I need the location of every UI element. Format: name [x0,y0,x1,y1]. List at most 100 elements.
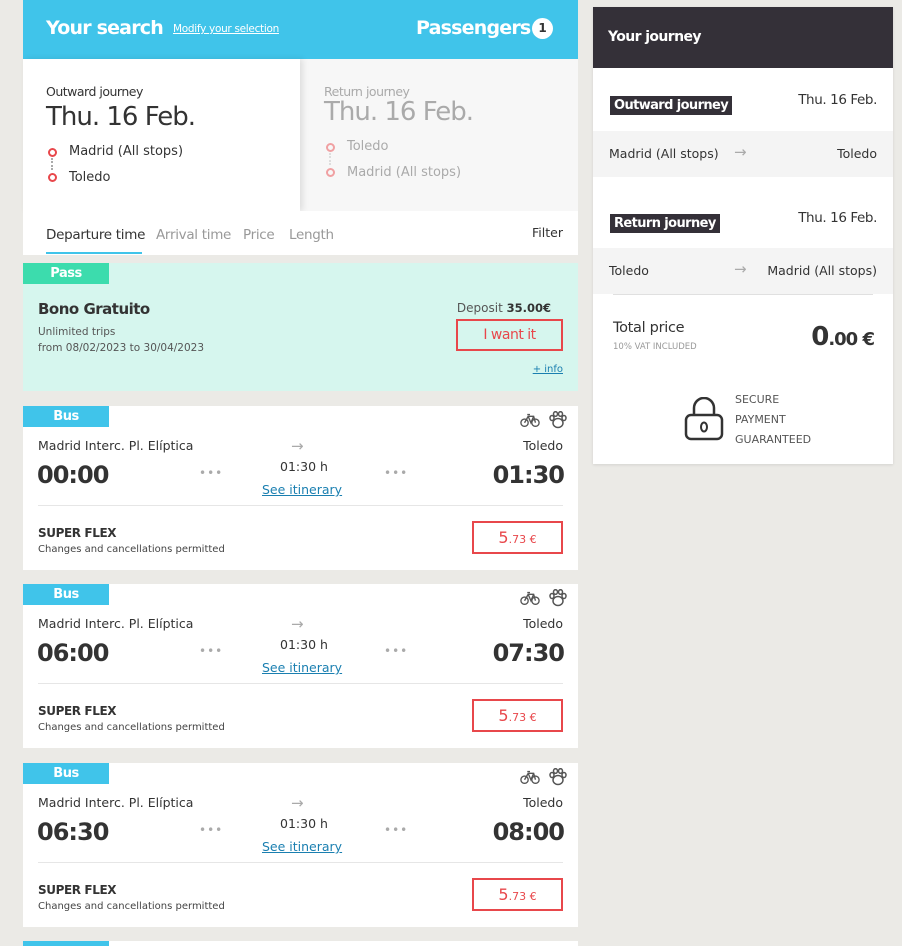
price-integer: 5 [498,885,509,904]
dots-icon: ••• [384,466,409,480]
fare-name: SUPER FLEX [38,526,117,540]
see-itinerary-link[interactable]: See itinerary [262,482,342,497]
divider [38,505,563,506]
fare-name: SUPER FLEX [38,704,117,718]
pass-description: Unlimited trips [38,326,116,338]
arrow-right-icon: → [291,615,304,633]
trip-origin: Madrid Interc. Pl. Elíptica [38,616,194,631]
search-title: Your search [46,17,164,39]
trip-card: Bus Madrid Interc. Pl. Elíptica → Toledo… [23,763,578,927]
dots-icon: ••• [384,644,409,658]
tab-departure-time[interactable]: Departure time [46,227,145,243]
summary-outward-tag: Outward journey [610,96,733,115]
summary-outward-date: Thu. 16 Feb. [798,92,877,108]
bicycle-icon [520,591,540,606]
dots-icon: ••• [199,466,224,480]
destination-dot-icon [48,173,57,182]
lock-icon [684,397,724,441]
departure-time: 06:30 [37,818,109,846]
total-price-value: 0.00 € [811,322,875,352]
arrow-right-icon: → [734,260,747,278]
return-origin: Toledo [347,139,389,154]
route-line-icon [51,158,53,170]
passengers-label: Passengers [416,17,531,39]
fare-name: SUPER FLEX [38,883,117,897]
tab-arrival-time[interactable]: Arrival time [156,227,231,243]
fare-conditions: Changes and cancellations permitted [38,722,225,733]
outward-journey-label: Outward journey [46,84,143,99]
divider [38,683,563,684]
dots-icon: ••• [199,644,224,658]
summary-title: Your journey [593,7,893,68]
trip-card: Bus Madrid Interc. Pl. Elíptica → Toledo… [23,406,578,570]
trip-duration: 01:30 h [280,816,328,831]
sort-tabs: Departure time Arrival time Price Length… [23,211,578,255]
departure-time: 00:00 [37,461,109,489]
pass-badge: Pass [23,263,109,284]
trip-amenities [520,589,568,607]
trip-destination: Toledo [523,616,563,631]
tab-length[interactable]: Length [289,227,334,243]
fare-conditions: Changes and cancellations permitted [38,544,225,555]
trip-amenities [520,411,568,429]
active-tab-indicator [46,252,142,254]
pass-offer-card: Pass Bono Gratuito Unlimited trips from … [23,263,578,391]
tab-price[interactable]: Price [243,227,275,243]
select-price-button[interactable]: 5.73 € [472,878,563,911]
see-itinerary-link[interactable]: See itinerary [262,660,342,675]
destination-dot-icon [326,168,335,177]
bus-badge: Bus [23,406,109,427]
outward-origin: Madrid (All stops) [69,144,184,159]
outward-journey-panel[interactable]: Outward journey Thu. 16 Feb. Madrid (All… [23,59,300,211]
select-price-button[interactable]: 5.73 € [472,699,563,732]
summary-outward-destination: Toledo [837,146,877,161]
modify-selection-link[interactable]: Modify your selection [173,23,279,35]
trip-destination: Toledo [523,438,563,453]
dots-icon: ••• [199,823,224,837]
fare-conditions: Changes and cancellations permitted [38,901,225,912]
trip-destination: Toledo [523,795,563,810]
trip-origin: Madrid Interc. Pl. Elíptica [38,795,194,810]
vat-note: 10% VAT INCLUDED [613,342,697,352]
secure-payment-note: SECURE PAYMENT GUARANTEED [735,390,811,450]
pass-validity: from 08/02/2023 to 30/04/2023 [38,342,205,354]
price-integer: 5 [498,528,509,547]
see-itinerary-link[interactable]: See itinerary [262,839,342,854]
filter-button[interactable]: Filter [532,225,563,240]
bicycle-icon [520,413,540,428]
return-destination: Madrid (All stops) [347,165,462,180]
select-price-button[interactable]: 5.73 € [472,521,563,554]
summary-outward-route: Madrid (All stops) → Toledo [593,131,893,177]
outward-journey-date: Thu. 16 Feb. [46,102,196,132]
arrival-time: 01:30 [492,461,565,489]
divider [38,862,563,863]
arrow-right-icon: → [291,794,304,812]
secure-line-1: SECURE [735,393,780,406]
i-want-it-button[interactable]: I want it [456,319,563,351]
price-decimal: .73 € [508,533,537,546]
summary-return-tag: Return journey [610,214,720,233]
route-line-icon [329,153,331,165]
summary-return-route: Toledo → Madrid (All stops) [593,248,893,294]
paw-icon [549,768,567,786]
summary-outward-origin: Madrid (All stops) [609,146,719,161]
passengers-count-badge: 1 [532,18,553,39]
pass-deposit: Deposit 35.00€ [457,301,551,315]
bus-badge [23,941,109,946]
total-price-label: Total price [613,320,685,336]
bicycle-icon [520,770,540,785]
summary-return-date: Thu. 16 Feb. [798,210,877,226]
return-journey-date: Thu. 16 Feb. [324,97,474,127]
secure-line-3: GUARANTEED [735,433,812,446]
more-info-link[interactable]: + info [533,364,563,375]
trip-card: Bus Madrid Interc. Pl. Elíptica → Toledo… [23,584,578,748]
journey-selector: Outward journey Thu. 16 Feb. Madrid (All… [23,59,578,211]
paw-icon [549,411,567,429]
trip-duration: 01:30 h [280,637,328,652]
secure-line-2: PAYMENT [735,413,786,426]
total-decimal: .00 € [828,329,875,350]
price-integer: 5 [498,706,509,725]
summary-return-destination: Madrid (All stops) [767,263,877,278]
pass-name: Bono Gratuito [38,300,150,318]
total-integer: 0 [811,322,829,352]
